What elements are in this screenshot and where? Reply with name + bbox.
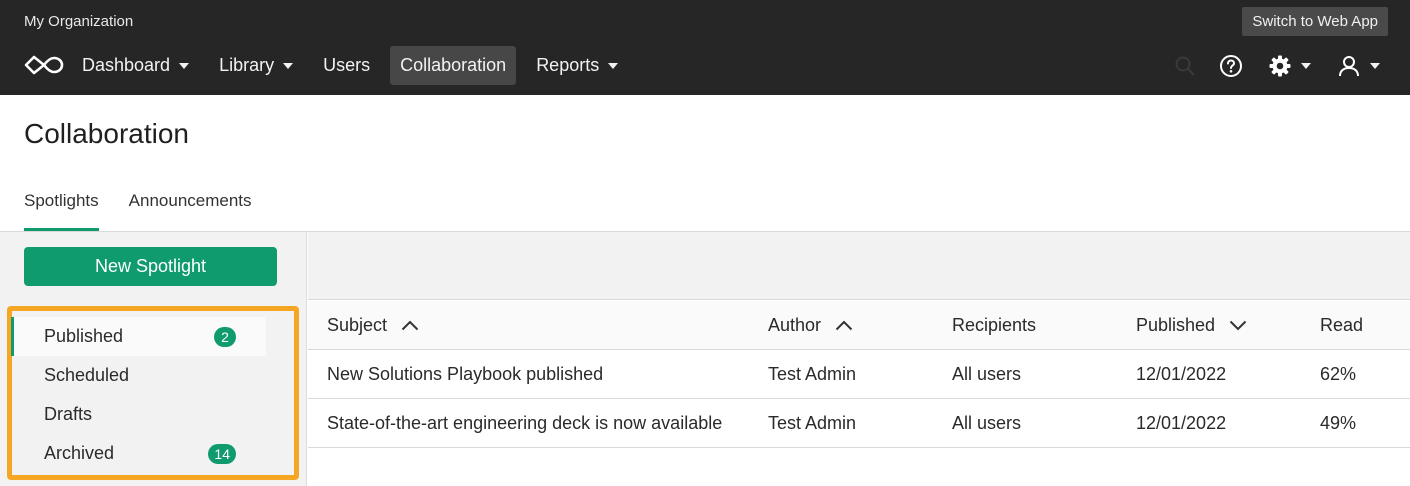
table-row[interactable]: State-of-the-art engineering deck is now…: [308, 399, 1410, 448]
spotlights-table: Subject Author Recipients Published Read…: [308, 301, 1410, 448]
top-bar: My Organization Switch to Web App Dashbo…: [0, 0, 1410, 95]
table-header: Subject Author Recipients Published Read: [308, 301, 1410, 350]
left-panel: New Spotlight Published 2 Scheduled Draf…: [0, 232, 307, 486]
column-recipients[interactable]: Recipients: [952, 301, 1036, 349]
user-menu[interactable]: [1337, 50, 1380, 82]
filter-published-label: Published: [44, 326, 124, 346]
tab-announcements[interactable]: Announcements: [129, 186, 252, 231]
row-subject[interactable]: New Solutions Playbook published: [327, 350, 603, 398]
chevron-down-icon: [1370, 63, 1380, 69]
column-author[interactable]: Author: [768, 301, 853, 349]
row-published: 12/01/2022: [1136, 363, 1227, 384]
switch-to-web-app-button[interactable]: Switch to Web App: [1242, 7, 1388, 36]
filter-scheduled-label: Scheduled: [44, 365, 130, 385]
column-subject-label: Subject: [327, 314, 388, 335]
column-subject[interactable]: Subject: [327, 301, 419, 349]
row-subject[interactable]: State-of-the-art engineering deck is now…: [327, 399, 722, 447]
table-toolbar: [308, 232, 1410, 300]
filter-archived[interactable]: Archived 14: [11, 434, 266, 473]
row-author: Test Admin: [768, 363, 857, 384]
user-icon: [1339, 56, 1359, 77]
published-count-badge: 2: [214, 327, 236, 347]
filter-drafts[interactable]: Drafts: [11, 395, 266, 434]
archived-count-badge: 14: [208, 444, 236, 464]
row-read: 62%: [1320, 363, 1357, 384]
column-published-label: Published: [1136, 314, 1216, 335]
column-author-label: Author: [768, 314, 822, 335]
sort-ascending-icon: [401, 320, 419, 330]
filter-archived-label: Archived: [44, 443, 115, 463]
top-icons: [0, 50, 1410, 82]
row-read: 49%: [1320, 412, 1357, 433]
row-author: Test Admin: [768, 412, 857, 433]
column-published[interactable]: Published: [1136, 301, 1247, 349]
sort-descending-icon: [1229, 320, 1247, 330]
settings-menu[interactable]: [1268, 50, 1311, 82]
search-icon[interactable]: [1174, 50, 1196, 82]
column-recipients-label: Recipients: [952, 314, 1037, 335]
row-published: 12/01/2022: [1136, 412, 1227, 433]
tab-spotlights[interactable]: Spotlights: [24, 186, 99, 231]
filter-scheduled[interactable]: Scheduled: [11, 356, 266, 395]
tab-bar: Spotlights Announcements: [24, 186, 282, 232]
organization-name: My Organization: [24, 13, 134, 30]
page-title: Collaboration: [24, 118, 189, 149]
chevron-down-icon: [1301, 63, 1311, 69]
new-spotlight-button[interactable]: New Spotlight: [24, 247, 277, 286]
filter-drafts-label: Drafts: [44, 404, 93, 424]
row-recipients: All users: [952, 412, 1022, 433]
help-icon[interactable]: [1219, 50, 1243, 82]
row-recipients: All users: [952, 363, 1022, 384]
table-row[interactable]: New Solutions Playbook published Test Ad…: [308, 350, 1410, 399]
gear-icon: [1269, 55, 1291, 77]
column-read-label: Read: [1320, 314, 1364, 335]
sort-ascending-icon: [835, 320, 853, 330]
filter-published[interactable]: Published 2: [11, 317, 266, 356]
column-read[interactable]: Read: [1320, 301, 1363, 349]
